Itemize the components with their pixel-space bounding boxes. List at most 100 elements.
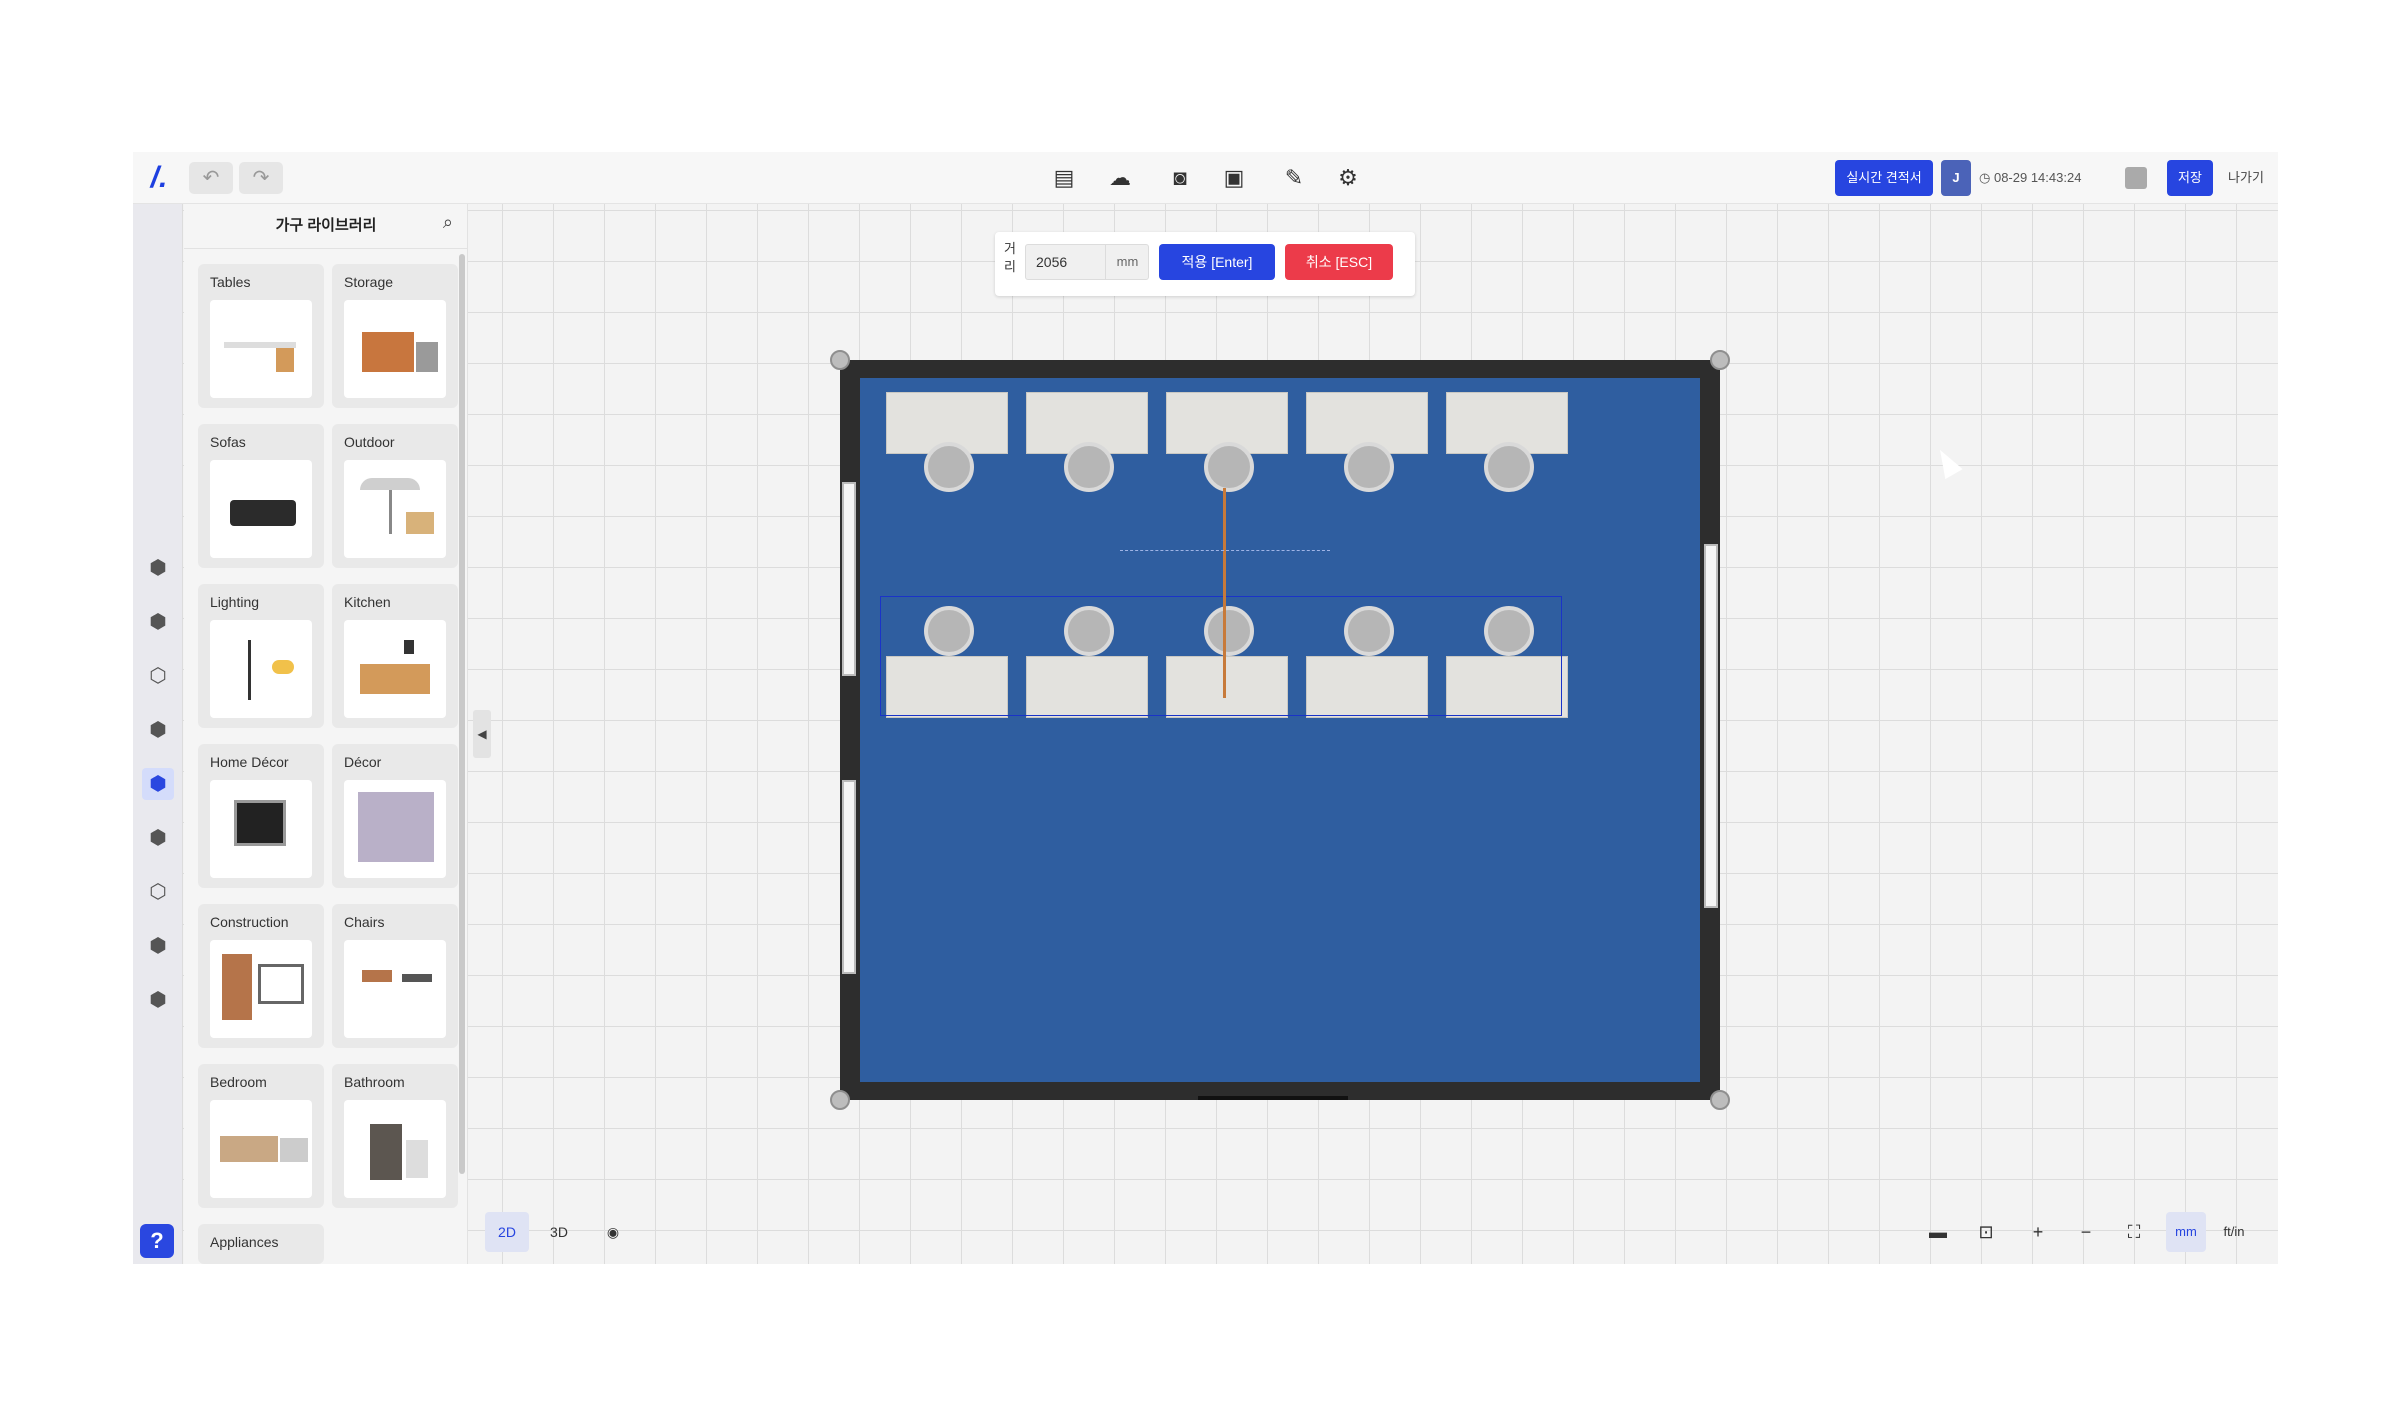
divider [184,248,468,249]
category-thumbnail [210,620,312,718]
desk-set[interactable] [1306,392,1428,504]
category-thumbnail [344,940,446,1038]
category-label: Kitchen [344,594,391,610]
fit-selection-button[interactable]: ⊡ [1966,1212,2006,1252]
room-floor[interactable] [860,378,1700,1082]
wall-corner-handle[interactable] [1710,1090,1730,1110]
category-card-tables[interactable]: Tables [198,264,324,408]
rail-item-4[interactable]: ⬢ [142,714,174,746]
wrench-button[interactable]: ✎ [1277,162,1311,194]
wall-corner-handle[interactable] [1710,350,1730,370]
layer-icon: ⬢ [149,827,167,849]
left-rail: ⬢ ⬢ ⬡ ⬢ ⬢ ⬢ ⬡ ⬢ ⬢ ? [133,204,183,1264]
distance-guide-horizontal [1120,550,1330,551]
camera-icon: ◙ [1173,165,1187,190]
distance-guide-line [1223,488,1226,698]
view-2d-button[interactable]: 2D [485,1212,529,1252]
cube-icon: ⬡ [149,665,167,687]
apply-button[interactable]: 적용 [Enter] [1159,244,1275,280]
category-card-bedroom[interactable]: Bedroom [198,1064,324,1208]
category-label: Outdoor [344,434,395,450]
desk-set[interactable] [1026,392,1148,504]
estimate-button[interactable]: 실시간 견적서 [1835,160,1933,196]
user-avatar[interactable]: J [1941,160,1971,196]
layer-icon: ⬢ [149,935,167,957]
chevron-left-icon: ◀ [477,727,487,741]
rail-item-1[interactable]: ⬢ [142,552,174,584]
lock-button[interactable]: ▬ [1918,1212,1958,1252]
rail-item-8[interactable]: ⬢ [142,930,174,962]
category-card-chairs[interactable]: Chairs [332,904,458,1048]
desk-set[interactable] [886,392,1008,504]
window-left-2[interactable] [842,780,856,974]
category-card-sofas[interactable]: Sofas [198,424,324,568]
category-thumbnail [344,780,446,878]
category-thumbnail [344,620,446,718]
category-label: Appliances [210,1234,279,1250]
unit-ftin-button[interactable]: ft/in [2214,1212,2254,1252]
clock-text: 08-29 14:43:24 [1993,170,2082,185]
camera-button[interactable]: ◙ [1163,162,1197,194]
window-left-1[interactable] [842,482,856,676]
undo-icon: ↶ [202,167,220,189]
settings-button[interactable]: ⚙ [1331,162,1365,194]
rail-item-6[interactable]: ⬢ [142,822,174,854]
library-search-button[interactable]: ⌕ [443,212,453,233]
distance-unit: mm [1105,244,1149,280]
cloud-upload-button[interactable]: ☁ [1103,162,1137,194]
exit-button[interactable]: 나가기 [2221,160,2271,196]
rail-item-9[interactable]: ⬢ [142,984,174,1016]
desk-set[interactable] [1166,392,1288,504]
category-card-outdoor[interactable]: Outdoor [332,424,458,568]
file-button[interactable]: ▤ [1047,162,1081,194]
library-title: 가구 라이브러리 [275,217,377,234]
desk-set[interactable] [1446,392,1568,504]
category-label: Home Décor [210,754,289,770]
image-button[interactable]: ▣ [1217,162,1251,194]
collapse-panel-button[interactable]: ◀ [473,710,491,758]
wall-corner-handle[interactable] [830,350,850,370]
category-thumbnail [344,300,446,398]
help-icon: ? [150,1228,164,1253]
category-card-construction[interactable]: Construction [198,904,324,1048]
canvas-controls: ▬ ⊡ + − ⛶ mm ft/in [1918,1212,2266,1252]
window-right[interactable] [1704,544,1718,908]
category-card-kitchen[interactable]: Kitchen [332,584,458,728]
unit-mm-button[interactable]: mm [2166,1212,2206,1252]
save-button[interactable]: 저장 [2167,160,2213,196]
rail-item-7[interactable]: ⬡ [142,876,174,908]
category-label: Chairs [344,914,385,930]
category-label: Storage [344,274,394,290]
rail-item-3[interactable]: ⬡ [142,660,174,692]
room-plan[interactable] [830,350,1730,1110]
wall-corner-handle[interactable] [830,1090,850,1110]
zoom-in-button[interactable]: + [2018,1212,2058,1252]
visibility-button[interactable]: ◉ [593,1212,633,1252]
category-card-lighting[interactable]: Lighting [198,584,324,728]
fullscreen-button[interactable]: ⛶ [2114,1212,2154,1252]
library-scrollbar[interactable] [459,254,465,1174]
rail-item-2[interactable]: ⬢ [142,606,174,638]
view-3d-button[interactable]: 3D [537,1212,581,1252]
app-logo[interactable]: /. [141,160,177,196]
category-thumbnail [210,460,312,558]
category-card-bathroom[interactable]: Bathroom [332,1064,458,1208]
cancel-button[interactable]: 취소 [ESC] [1285,244,1393,280]
redo-icon: ↷ [252,167,270,189]
clock-toggle[interactable] [2125,167,2147,189]
app-window: /. ↶ ↷ ▤ ☁ ◙ ▣ ✎ ⚙ 실시간 견적서 J ◷ 08-29 14:… [133,152,2278,1264]
gear-icon: ⚙ [1338,165,1358,190]
category-card-storage[interactable]: Storage [332,264,458,408]
door[interactable] [1198,1096,1348,1100]
rail-item-furniture[interactable]: ⬢ [142,768,174,800]
redo-button[interactable]: ↷ [239,162,283,194]
category-card-decor[interactable]: Décor [332,744,458,888]
category-card-home-decor[interactable]: Home Décor [198,744,324,888]
category-card-appliances[interactable]: Appliances [198,1224,324,1264]
search-icon: ⌕ [442,212,453,232]
help-button[interactable]: ? [140,1224,174,1258]
undo-button[interactable]: ↶ [189,162,233,194]
cloud-upload-icon: ☁ [1109,165,1131,190]
zoom-out-button[interactable]: − [2066,1212,2106,1252]
category-label: Bathroom [344,1074,405,1090]
